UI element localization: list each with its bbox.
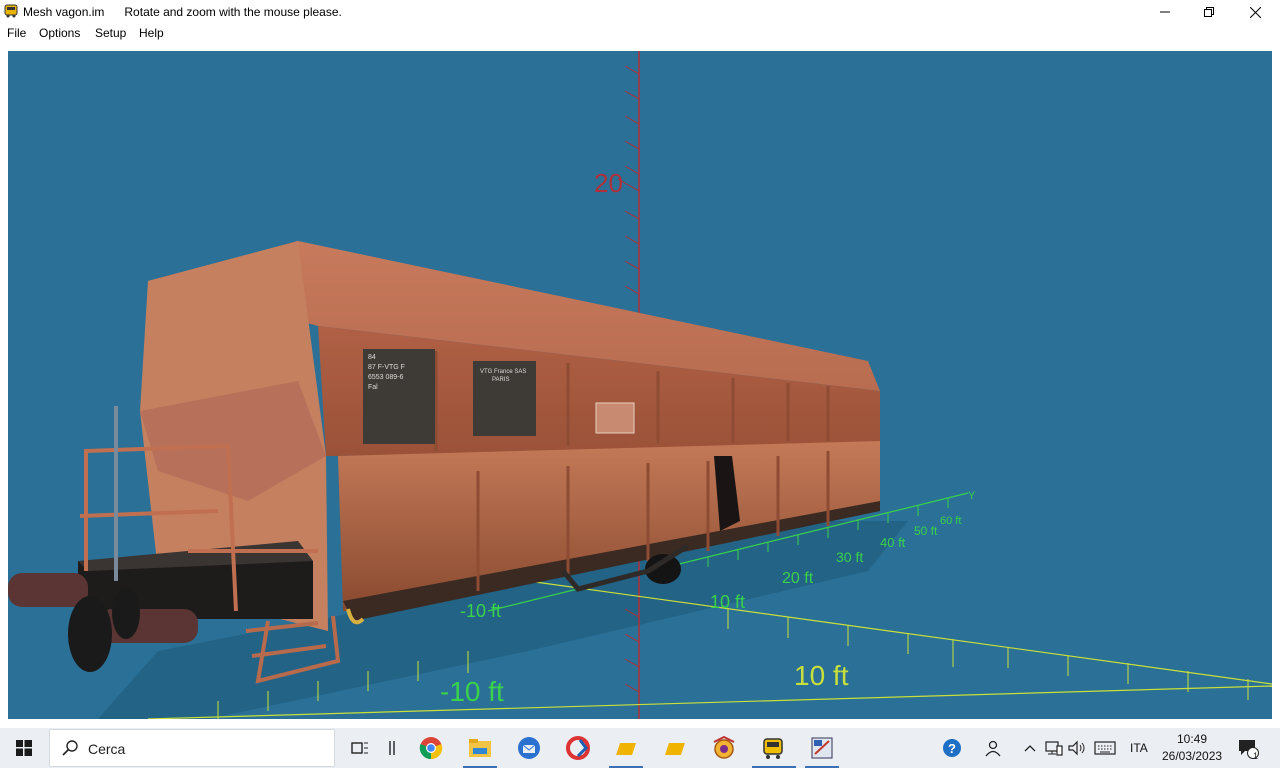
window-title-message: Rotate and zoom with the mouse please. <box>124 5 342 19</box>
tray-volume[interactable] <box>1063 734 1091 762</box>
y-axis-label-10: 10 ft <box>710 592 745 612</box>
taskbar-game[interactable] <box>710 734 738 762</box>
notification-count: 1 <box>1253 751 1259 761</box>
taskbar: Cerca ? ITA 10:49 26/03/2023 1 <box>0 728 1280 768</box>
menu-setup[interactable]: Setup <box>95 26 126 40</box>
taskbar-ccleaner[interactable] <box>564 734 592 762</box>
mesh-editor-icon <box>811 737 833 759</box>
menu-help[interactable]: Help <box>139 26 164 40</box>
y-axis-label-60: 60 ft <box>940 515 961 527</box>
clock-time[interactable]: 10:49 <box>1177 732 1207 746</box>
taskbar-folder-2[interactable] <box>661 734 689 762</box>
window-title: Mesh vagon.im Rotate and zoom with the m… <box>23 5 342 19</box>
window-title-name: Mesh vagon.im <box>23 5 105 19</box>
widgets-button[interactable] <box>378 734 406 762</box>
taskbar-file-explorer[interactable] <box>466 734 494 762</box>
vertical-axis-label: 20 <box>594 168 623 198</box>
y-axis-label-20: 20 ft <box>782 570 814 587</box>
x-axis-label-10: 10 ft <box>794 660 849 691</box>
task-view-button[interactable] <box>346 734 374 762</box>
search-box[interactable]: Cerca <box>49 729 335 767</box>
thunderbird-icon <box>518 737 540 759</box>
language-indicator[interactable]: ITA <box>1130 741 1148 755</box>
start-button[interactable] <box>0 728 48 768</box>
scene-canvas: 20 Y -10 ft 10 ft -10 ft 10 ft 20 ft 30 … <box>8 51 1272 719</box>
y-axis-label-30: 30 ft <box>836 549 863 565</box>
menu-file[interactable]: File <box>7 26 26 40</box>
folder-icon-2 <box>665 743 685 755</box>
wagon-text-5: VTG France SAS <box>480 369 526 375</box>
people-icon <box>985 740 1001 757</box>
taskbar-thunderbird[interactable] <box>515 734 543 762</box>
chevron-up-icon <box>1024 745 1036 752</box>
notification-center-button[interactable]: 1 <box>1234 734 1262 762</box>
3d-viewport[interactable]: 20 Y -10 ft 10 ft -10 ft 10 ft 20 ft 30 … <box>8 51 1272 719</box>
search-placeholder: Cerca <box>88 741 126 757</box>
minimize-icon <box>1160 11 1170 13</box>
clock-date[interactable]: 26/03/2023 <box>1162 749 1222 763</box>
train-app-icon-taskbar <box>763 738 783 759</box>
close-icon <box>1249 6 1261 18</box>
wagon-text-6: PARIS <box>492 377 510 383</box>
train-app-icon <box>4 4 18 18</box>
y-axis-label-40: 40 ft <box>880 535 906 550</box>
taskbar-chrome[interactable] <box>417 734 445 762</box>
game-icon <box>713 736 735 759</box>
widgets-icon <box>389 741 395 755</box>
ccleaner-icon <box>566 736 590 760</box>
tray-help[interactable]: ? <box>938 734 966 762</box>
x-axis-label-neg10: -10 ft <box>440 676 504 707</box>
buffer-plate-left <box>68 596 112 672</box>
buffer-plate-right <box>112 587 140 639</box>
search-icon <box>62 740 78 756</box>
wagon-text-2: 87 F-VTG F <box>368 364 405 371</box>
file-explorer-icon <box>469 739 491 757</box>
wagon-text-3: 6553 089-6 <box>368 374 404 381</box>
wagon-text-4: Fal <box>368 384 378 391</box>
folder-icon <box>616 743 636 755</box>
close-button[interactable] <box>1232 0 1278 24</box>
buffer-left <box>8 573 88 607</box>
y-axis-name: Y <box>968 490 976 502</box>
title-bar: Mesh vagon.im Rotate and zoom with the m… <box>0 0 1280 24</box>
windows-logo-icon <box>16 740 32 756</box>
help-icon: ? <box>943 739 961 757</box>
tray-touch-keyboard[interactable] <box>1091 734 1119 762</box>
task-view-icon <box>351 742 368 754</box>
chrome-icon <box>419 737 443 760</box>
network-icon <box>1045 741 1063 756</box>
restore-button[interactable] <box>1186 0 1232 24</box>
volume-icon <box>1068 740 1085 756</box>
taskbar-train-app[interactable] <box>759 734 787 762</box>
minimize-button[interactable] <box>1142 0 1188 24</box>
tray-people[interactable] <box>979 734 1007 762</box>
menu-options[interactable]: Options <box>39 26 80 40</box>
keyboard-icon <box>1094 741 1116 755</box>
svg-text:?: ? <box>948 741 956 756</box>
taskbar-folder-1[interactable] <box>612 734 640 762</box>
y-axis-label-50: 50 ft <box>914 524 938 538</box>
wagon-small-plate <box>595 402 635 434</box>
restore-icon <box>1204 7 1214 17</box>
menu-bar: File Options Setup Help <box>0 24 1280 42</box>
taskbar-mesh-editor[interactable] <box>808 734 836 762</box>
y-axis-label-neg10: -10 ft <box>460 601 501 621</box>
wagon-text-1: 84 <box>368 354 376 361</box>
